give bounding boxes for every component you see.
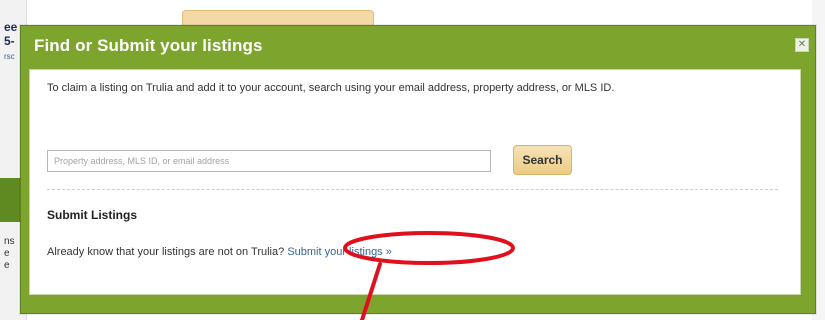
submit-prefix-text: Already know that your listings are not … [47, 246, 285, 258]
background-left-bottom-text: ns e e [4, 236, 15, 271]
search-button[interactable]: Search [513, 145, 572, 175]
find-submit-listings-modal: Find or Submit your listings ✕ To claim … [20, 25, 816, 314]
submit-listings-title: Submit Listings [47, 208, 137, 222]
intro-text: To claim a listing on Trulia and add it … [47, 82, 615, 94]
search-input[interactable] [47, 150, 491, 172]
submit-listings-link[interactable]: Submit your listings » [287, 246, 392, 258]
submit-listings-line: Already know that your listings are not … [47, 246, 392, 258]
section-divider [47, 189, 778, 190]
background-left-small-text: rsc [4, 52, 15, 61]
modal-title: Find or Submit your listings [34, 36, 263, 55]
modal-body: To claim a listing on Trulia and add it … [29, 69, 801, 295]
close-icon[interactable]: ✕ [795, 38, 809, 52]
